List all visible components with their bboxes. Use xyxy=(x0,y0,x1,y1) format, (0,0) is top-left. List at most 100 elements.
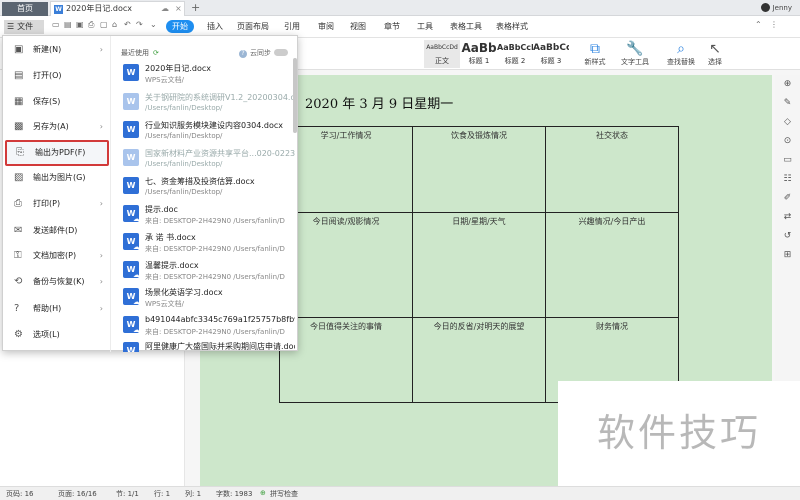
file-menu-label: 文件 xyxy=(17,22,34,31)
document-tab[interactable]: W 2020年日记.docx ☁ × xyxy=(50,1,185,16)
format-painter-icon[interactable]: ⌂ xyxy=(112,20,117,29)
menu-item-label: 保存(S) xyxy=(33,97,61,106)
help-icon: ? xyxy=(14,303,20,314)
menu-item-open[interactable]: ▤ 打开(O) xyxy=(5,65,109,87)
table-cell[interactable]: 今日值得关注的事情 xyxy=(279,317,413,403)
status-spell-check[interactable]: 拼写检查 xyxy=(270,489,298,499)
more-icon[interactable]: ⌄ xyxy=(150,20,157,29)
style-heading-1[interactable]: AaBb 标题 1 xyxy=(461,40,497,68)
preview-icon[interactable]: ▢ xyxy=(100,20,108,29)
gear-icon: ⚙ xyxy=(14,329,23,340)
menu-item-help[interactable]: ? 帮助(H) › xyxy=(5,298,109,320)
status-words[interactable]: 字数: 1983 xyxy=(216,489,252,499)
navigate-icon[interactable]: ⊙ xyxy=(775,132,800,151)
tab-view[interactable]: 视图 xyxy=(350,21,366,32)
menu-item-save-as[interactable]: ▩ 另存为(A) › xyxy=(5,116,109,138)
zoom-icon[interactable]: ⊕ xyxy=(775,75,800,94)
status-col[interactable]: 列: 1 xyxy=(185,489,201,499)
refresh-icon[interactable]: ⟳ xyxy=(153,49,159,57)
file-menu-button[interactable]: ☰ 文件 xyxy=(4,20,44,34)
home-tab[interactable]: 首页 xyxy=(2,2,48,16)
recent-file-name: 2020年日记.docx xyxy=(145,64,212,73)
shape-icon[interactable]: ◇ xyxy=(775,113,800,132)
toggle-switch[interactable] xyxy=(274,49,288,56)
table-cell[interactable]: 学习/工作情况 xyxy=(279,126,413,213)
table-cell[interactable]: 今日的反省/对明天的展望 xyxy=(412,317,546,403)
text-tools-button[interactable]: 🔧 文字工具 xyxy=(617,41,653,67)
new-tab-button[interactable]: + xyxy=(191,1,200,14)
status-row[interactable]: 行: 1 xyxy=(154,489,170,499)
recent-file-item[interactable]: W☁b491044abfc3345c769a1f25757b8fb9.doc来自… xyxy=(119,312,295,340)
recent-file-item[interactable]: W ☁ 承 诺 书.docx 来自: DESKTOP-2H429N0 /Users/f… xyxy=(119,229,295,257)
undo-icon[interactable]: ↶ xyxy=(124,20,131,29)
recent-file-item[interactable]: W 2020年日记.docx WPS云文档/ xyxy=(119,60,295,88)
menu-item-encrypt[interactable]: ⚿ 文档加密(P) › xyxy=(5,245,109,267)
more-options-icon[interactable]: ⋮ xyxy=(770,20,778,29)
table-cell[interactable]: 日期/星期/天气 xyxy=(412,212,546,318)
user-account[interactable]: Jenny xyxy=(760,3,792,12)
status-page[interactable]: 页码: 16 xyxy=(6,489,34,499)
status-pages[interactable]: 页面: 16/16 xyxy=(58,489,97,499)
style-icon[interactable]: ✎ xyxy=(775,94,800,113)
info-icon: ? xyxy=(239,50,247,58)
file-dropdown-menu: ▣ 新建(N) › ▤ 打开(O) ▦ 保存(S) ▩ 另存为(A) › ⎘ 输出为PDF(F… xyxy=(2,35,298,352)
menu-item-export-pdf[interactable]: ⎘ 输出为PDF(F) xyxy=(5,140,109,166)
open-icon[interactable]: ▤ xyxy=(64,20,72,29)
format-icon[interactable]: ▭ xyxy=(775,151,800,170)
tab-page-layout[interactable]: 页面布局 xyxy=(237,21,269,32)
recent-file-item[interactable]: W ☁ 场景化英语学习.docx WPS云文档/ xyxy=(119,284,295,312)
tab-insert[interactable]: 插入 xyxy=(207,21,223,32)
recent-file-item[interactable]: W ☁ 提示.doc 来自: DESKTOP-2H429N0 /Users/fanli… xyxy=(119,201,295,229)
style-heading-3[interactable]: AaBbCc 标题 3 xyxy=(533,40,569,68)
find-replace-label: 查找替换 xyxy=(667,58,695,66)
translate-icon[interactable]: ⇄ xyxy=(775,208,800,227)
style-heading-2[interactable]: AaBbCcI 标题 2 xyxy=(497,40,533,68)
save-quick-icon[interactable]: ▣ xyxy=(76,20,84,29)
menu-item-export-image[interactable]: ▨ 输出为图片(G) xyxy=(5,167,109,189)
recent-file-item[interactable]: W ☁ 温馨提示.docx 来自: DESKTOP-2H429N0 /Users/fa… xyxy=(119,257,295,285)
recent-file-name: 提示.doc xyxy=(145,205,178,214)
new-style-button[interactable]: ⧉ 新样式 xyxy=(577,41,613,67)
menu-item-save[interactable]: ▦ 保存(S) xyxy=(5,91,109,113)
user-name: Jenny xyxy=(772,4,792,12)
cloud-sync-toggle[interactable]: ? 云同步 xyxy=(239,48,288,58)
search-icon: ⌕ xyxy=(677,41,685,57)
new-icon[interactable]: ▭ xyxy=(52,20,60,29)
table-cell[interactable]: 饮食及锻炼情况 xyxy=(412,126,546,213)
tab-references[interactable]: 引用 xyxy=(284,21,300,32)
recent-file-item[interactable]: W 国家新材料产业资源共享平台...020-0223.docx/Users/fan… xyxy=(119,145,295,173)
select-button[interactable]: ↖ 选择 xyxy=(697,41,733,67)
history-icon[interactable]: ↺ xyxy=(775,227,800,246)
menu-item-options[interactable]: ⚙ 选项(L) xyxy=(5,324,109,346)
menu-item-new[interactable]: ▣ 新建(N) › xyxy=(5,39,109,61)
recent-file-item[interactable]: W 七、资金筹措及投资估算.docx/Users/fanlin/Desktop/ xyxy=(119,173,295,201)
menu-item-label: 选项(L) xyxy=(33,330,60,339)
edit-icon[interactable]: ✐ xyxy=(775,189,800,208)
tab-table-tools[interactable]: 表格工具 xyxy=(450,21,482,32)
table-cell[interactable]: 兴趣情况/今日产出 xyxy=(545,212,679,318)
recent-scrollbar[interactable] xyxy=(293,58,297,133)
table-cell[interactable]: 今日阅读/观影情况 xyxy=(279,212,413,318)
tab-review[interactable]: 审阅 xyxy=(318,21,334,32)
menu-item-send-mail[interactable]: ✉ 发送邮件(D) xyxy=(5,220,109,242)
tab-table-styles[interactable]: 表格样式 xyxy=(496,21,528,32)
tab-chapter[interactable]: 章节 xyxy=(384,21,400,32)
print-quick-icon[interactable]: ⎙ xyxy=(88,20,94,30)
collapse-icon[interactable]: ⌃ xyxy=(755,20,762,29)
close-tab-icon[interactable]: × xyxy=(175,2,182,16)
recent-file-item[interactable]: W 行业知识服务模块建设内容0304.docx/Users/fanlin/Desk… xyxy=(119,117,295,145)
tab-start[interactable]: 开始 xyxy=(166,20,194,33)
find-replace-button[interactable]: ⌕ 查找替换 xyxy=(663,41,699,67)
layout-icon[interactable]: ☷ xyxy=(775,170,800,189)
menu-item-print[interactable]: ⎙ 打印(P) › xyxy=(5,193,109,215)
redo-icon[interactable]: ↷ xyxy=(136,20,143,29)
menu-item-backup[interactable]: ⟲ 备份与恢复(K) › xyxy=(5,271,109,293)
status-section[interactable]: 节: 1/1 xyxy=(116,489,139,499)
tab-tools[interactable]: 工具 xyxy=(417,21,433,32)
share-icon[interactable]: ⊞ xyxy=(775,246,800,265)
style-label: 标题 3 xyxy=(540,57,562,65)
recent-file-item[interactable]: W☁阿里健康广大盛国际并采购期间店申请.doc xyxy=(119,338,295,352)
style-normal[interactable]: AaBbCcDd 正文 xyxy=(424,40,460,68)
recent-file-item[interactable]: W 关于钢研院的系统调研V1.2_20200304.docx/Users/fanl… xyxy=(119,89,295,117)
table-cell[interactable]: 社交状态 xyxy=(545,126,679,213)
